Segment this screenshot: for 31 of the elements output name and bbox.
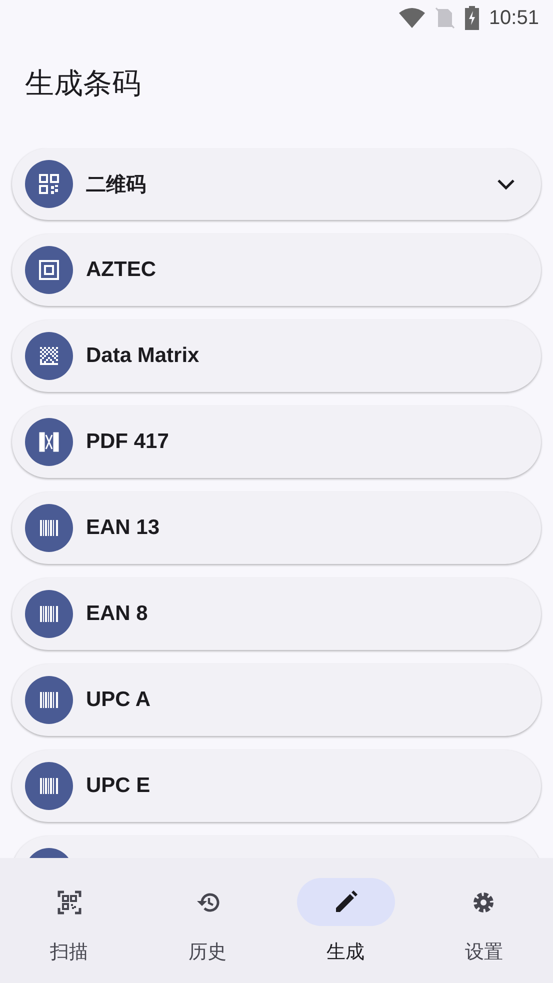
aztec-code-icon bbox=[25, 246, 73, 294]
qr-code-icon bbox=[25, 160, 73, 208]
item-label: EAN 13 bbox=[86, 515, 161, 542]
nav-tab[interactable]: 历史 bbox=[138, 858, 276, 983]
item-label: UPC A bbox=[86, 687, 152, 714]
item-label: AZTEC bbox=[86, 257, 157, 284]
item-label: EAN 8 bbox=[86, 601, 149, 628]
item-label: Data Matrix bbox=[86, 343, 200, 370]
nav-tab[interactable]: 生成 bbox=[276, 858, 415, 983]
item-label: UPC E bbox=[86, 773, 152, 800]
item-label: 二维码 bbox=[86, 171, 147, 198]
barcode-type-item[interactable]: EAN 13 bbox=[12, 492, 541, 564]
wifi-icon bbox=[398, 8, 425, 28]
pdf417-icon bbox=[25, 418, 73, 466]
barcode-type-item[interactable]: Data Matrix bbox=[12, 320, 541, 392]
item-label: PDF 417 bbox=[86, 429, 170, 456]
nav-tab[interactable]: 扫描 bbox=[0, 858, 138, 983]
nav-tab[interactable]: 设置 bbox=[414, 858, 553, 983]
chevron-down-icon[interactable] bbox=[497, 178, 515, 190]
barcode-type-item[interactable]: EAN 8 bbox=[12, 578, 541, 650]
status-time: 10:51 bbox=[488, 6, 539, 31]
barcode-type-item[interactable]: AZTEC bbox=[12, 234, 541, 306]
barcode-type-item[interactable]: UPC A bbox=[12, 664, 541, 736]
battery-charging-icon bbox=[464, 6, 479, 30]
page-title: 生成条码 bbox=[24, 65, 142, 102]
data-matrix-icon bbox=[25, 332, 73, 380]
no-sim-icon bbox=[434, 7, 455, 29]
scan-icon bbox=[56, 888, 83, 916]
barcode-type-item[interactable]: 二维码 bbox=[12, 148, 541, 220]
barcode-type-item[interactable]: PDF 417 bbox=[12, 406, 541, 478]
barcode-type-item[interactable]: UPC E bbox=[12, 750, 541, 822]
